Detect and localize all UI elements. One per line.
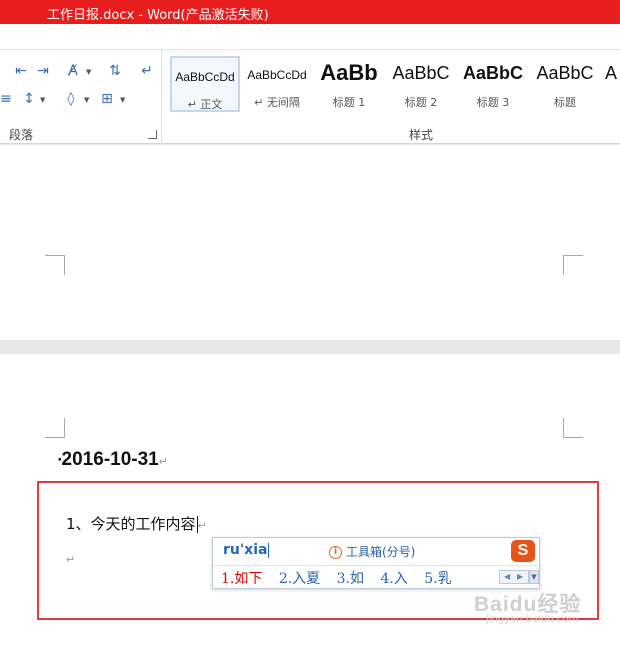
ime-candidate-window: ru'xia i 工具箱(分号) S 1.如下 2.入夏 3.如 4.入 5.乳 …	[212, 537, 540, 589]
ime-candidate[interactable]: 2.入夏	[279, 571, 320, 587]
empty-paragraph[interactable]: ↵	[66, 553, 75, 566]
ime-candidate[interactable]: 1.如下	[221, 571, 262, 587]
ime-toolbox[interactable]: i 工具箱(分号)	[329, 543, 415, 560]
date-heading[interactable]: ▪2016-10-31↵	[58, 449, 168, 471]
styles-gallery: AaBbCcDd ↵ 正文 AaBbCcDd ↵ 无间隔 AaBb 标题 1 A…	[168, 54, 620, 116]
style-heading-1[interactable]: AaBb 标题 1	[314, 56, 384, 112]
sort-icon[interactable]: ⇅	[106, 62, 124, 80]
ime-candidate[interactable]: 3.如	[337, 571, 364, 587]
info-icon: i	[329, 546, 342, 559]
style-name: 标题 2	[404, 96, 438, 109]
margin-corner	[45, 418, 65, 438]
style-sample: AaBb	[320, 60, 378, 85]
margin-corner	[45, 255, 65, 275]
body-line-1[interactable]: 1、今天的工作内容 ↵	[66, 513, 207, 534]
chinese-layout-icon[interactable]: A̸	[64, 62, 82, 80]
style-heading-2[interactable]: AaBbC 标题 2	[386, 56, 456, 112]
show-marks-icon[interactable]: ↵	[138, 62, 156, 80]
style-heading-3[interactable]: AaBbC 标题 3	[458, 56, 528, 112]
style-name: 标题 3	[476, 96, 510, 109]
chevron-down-icon[interactable]: ▼	[84, 96, 89, 104]
ime-cursor	[268, 542, 270, 558]
ime-candidate[interactable]: 5.乳	[424, 571, 451, 587]
ime-candidate[interactable]: 4.入	[380, 571, 407, 587]
style-sample: AaBbCcDd	[247, 68, 307, 82]
sogou-logo-icon[interactable]: S	[511, 540, 535, 562]
ribbon: ⇤ ⇥ A̸ ▼ ⇅ ↵ ≡ ↕ ▼ ◊ ▼ ⊞ ▼ 段落 AaBbCcDd ↵…	[0, 50, 620, 144]
style-sample: AaBbCcDd	[175, 70, 235, 84]
style-title[interactable]: AaBbC 标题	[530, 56, 600, 112]
ime-candidate-list: 1.如下 2.入夏 3.如 4.入 5.乳	[221, 568, 464, 588]
style-sample: AaBbC	[462, 63, 523, 83]
divider	[213, 565, 539, 566]
style-normal[interactable]: AaBbCcDd ↵ 正文	[170, 56, 240, 112]
paragraph-dialog-launcher-icon[interactable]	[148, 130, 157, 139]
style-subtitle[interactable]: A	[602, 56, 620, 112]
margin-corner	[563, 255, 583, 275]
style-name: ↵ 无间隔	[254, 96, 300, 109]
increase-indent-icon[interactable]: ⇥	[34, 62, 52, 80]
chevron-down-icon[interactable]: ▼	[86, 68, 91, 76]
styles-group-label: 样式	[409, 128, 434, 142]
line-spacing-icon[interactable]: ↕	[20, 90, 38, 108]
watermark-subtitle: jingyan.baidu.com	[486, 614, 579, 625]
decrease-indent-icon[interactable]: ⇤	[12, 62, 30, 80]
paragraph-group: ⇤ ⇥ A̸ ▼ ⇅ ↵ ≡ ↕ ▼ ◊ ▼ ⊞ ▼ 段落	[0, 50, 162, 144]
paragraph-mark: ↵	[158, 456, 168, 468]
style-name: 标题	[554, 96, 576, 109]
style-name: 标题 1	[332, 96, 366, 109]
style-name: ↵ 正文	[187, 98, 223, 111]
margin-corner	[563, 418, 583, 438]
style-sample: A	[604, 63, 617, 83]
window-title: 工作日报.docx - Word(产品激活失败)	[47, 8, 269, 23]
page-next-icon[interactable]: ▶	[517, 572, 523, 581]
chevron-down-icon[interactable]: ▼	[40, 96, 45, 104]
shading-icon[interactable]: ◊	[62, 90, 80, 108]
title-bar: 工作日报.docx - Word(产品激活失败)	[0, 0, 620, 24]
paragraph-mark: ↵	[197, 519, 207, 532]
style-sample: AaBbC	[536, 63, 594, 83]
chevron-down-icon: ▼	[531, 573, 537, 581]
ribbon-tab-strip	[0, 24, 620, 50]
ime-pager[interactable]: ◀ ▶	[499, 570, 529, 584]
justify-icon[interactable]: ≡	[0, 90, 12, 108]
style-sample: AaBbC	[392, 63, 450, 83]
style-no-spacing[interactable]: AaBbCcDd ↵ 无间隔	[242, 56, 312, 112]
paragraph-group-label: 段落	[9, 128, 34, 142]
page-1[interactable]	[0, 145, 620, 340]
ime-expand-button[interactable]: ▼	[529, 570, 539, 584]
page-prev-icon[interactable]: ◀	[504, 572, 510, 581]
borders-icon[interactable]: ⊞	[98, 90, 116, 108]
chevron-down-icon[interactable]: ▼	[120, 96, 125, 104]
ime-composition: ru'xia	[223, 542, 270, 558]
